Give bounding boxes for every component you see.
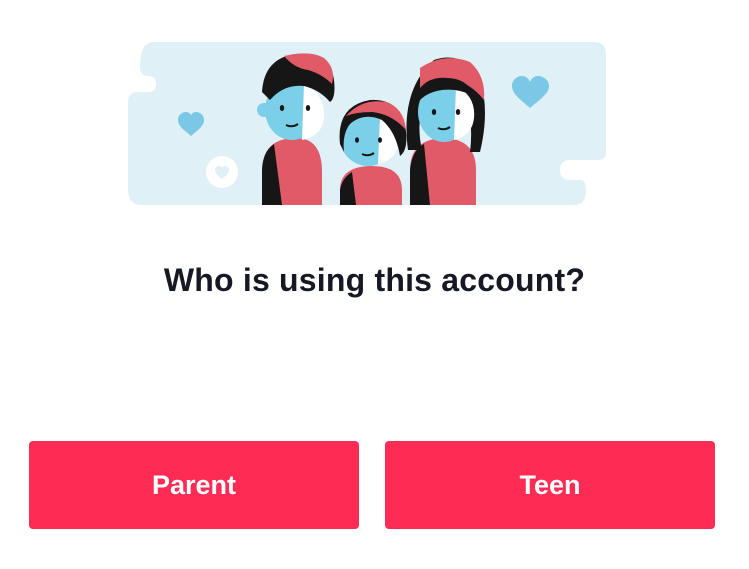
parent-button[interactable]: Parent (29, 441, 359, 529)
page-title: Who is using this account? (163, 262, 586, 298)
heart-badge-icon (206, 156, 238, 188)
teen-button[interactable]: Teen (385, 441, 715, 529)
family-illustration (128, 42, 606, 205)
person-woman (406, 57, 485, 205)
